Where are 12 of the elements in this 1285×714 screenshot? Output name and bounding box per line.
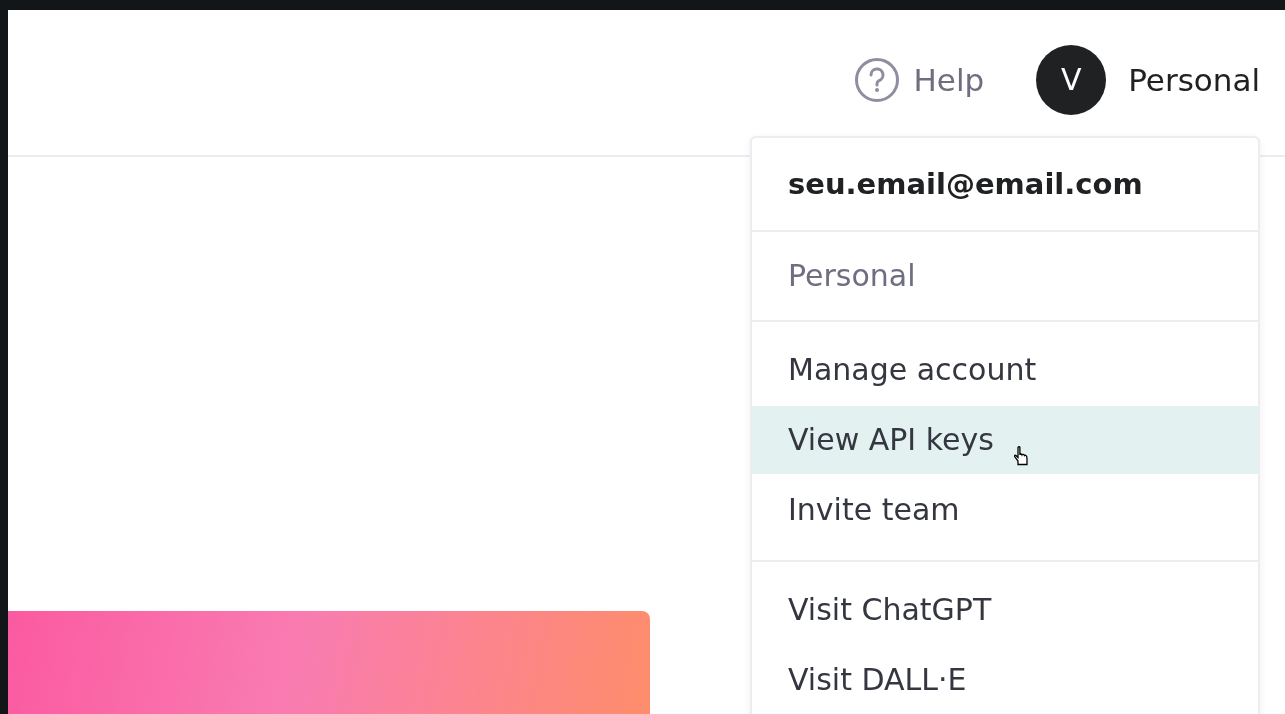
hand-pointer-icon	[1014, 446, 1030, 466]
user-email: seu.email@email.com	[787, 166, 1144, 203]
organization-name: Personal	[787, 257, 917, 295]
menu-item[interactable]: Visit ChatGPT	[752, 576, 1258, 644]
account-button[interactable]: Personal	[1128, 61, 1260, 98]
help-link[interactable]: Help	[853, 56, 985, 103]
menu-item[interactable]: Invite team	[752, 476, 1258, 544]
menu-item[interactable]: View API keys	[752, 406, 1258, 474]
menu-item[interactable]: Visit DALL·E	[752, 646, 1258, 714]
user-avatar[interactable]: V	[1036, 44, 1107, 115]
menu-item[interactable]: Manage account	[752, 336, 1258, 404]
help-icon	[853, 56, 900, 103]
